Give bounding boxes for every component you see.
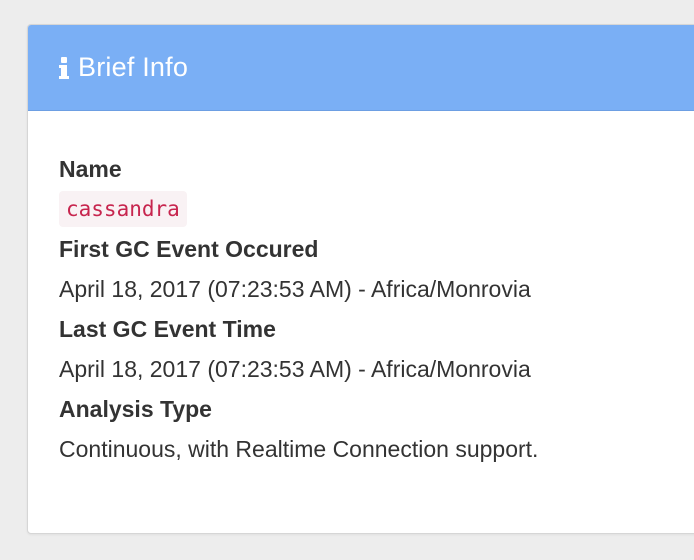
last-gc-event-label: Last GC Event Time xyxy=(59,316,276,342)
last-gc-event-value: April 18, 2017 (07:23:53 AM) - Africa/Mo… xyxy=(59,356,531,382)
name-value: cassandra xyxy=(59,191,187,227)
panel-title: Brief Info xyxy=(78,52,189,82)
analysis-type-label: Analysis Type xyxy=(59,396,212,422)
name-value-wrap: cassandra xyxy=(59,189,694,229)
brief-info-panel: Brief Info Name cassandra First GC Event… xyxy=(27,24,694,534)
name-label: Name xyxy=(59,156,122,182)
info-icon xyxy=(59,56,69,79)
analysis-type-value: Continuous, with Realtime Connection sup… xyxy=(59,436,539,462)
first-gc-event-value: April 18, 2017 (07:23:53 AM) - Africa/Mo… xyxy=(59,276,531,302)
first-gc-event-label: First GC Event Occured xyxy=(59,236,319,262)
panel-header: Brief Info xyxy=(28,25,694,111)
panel-body: Name cassandra First GC Event Occured Ap… xyxy=(28,111,694,469)
